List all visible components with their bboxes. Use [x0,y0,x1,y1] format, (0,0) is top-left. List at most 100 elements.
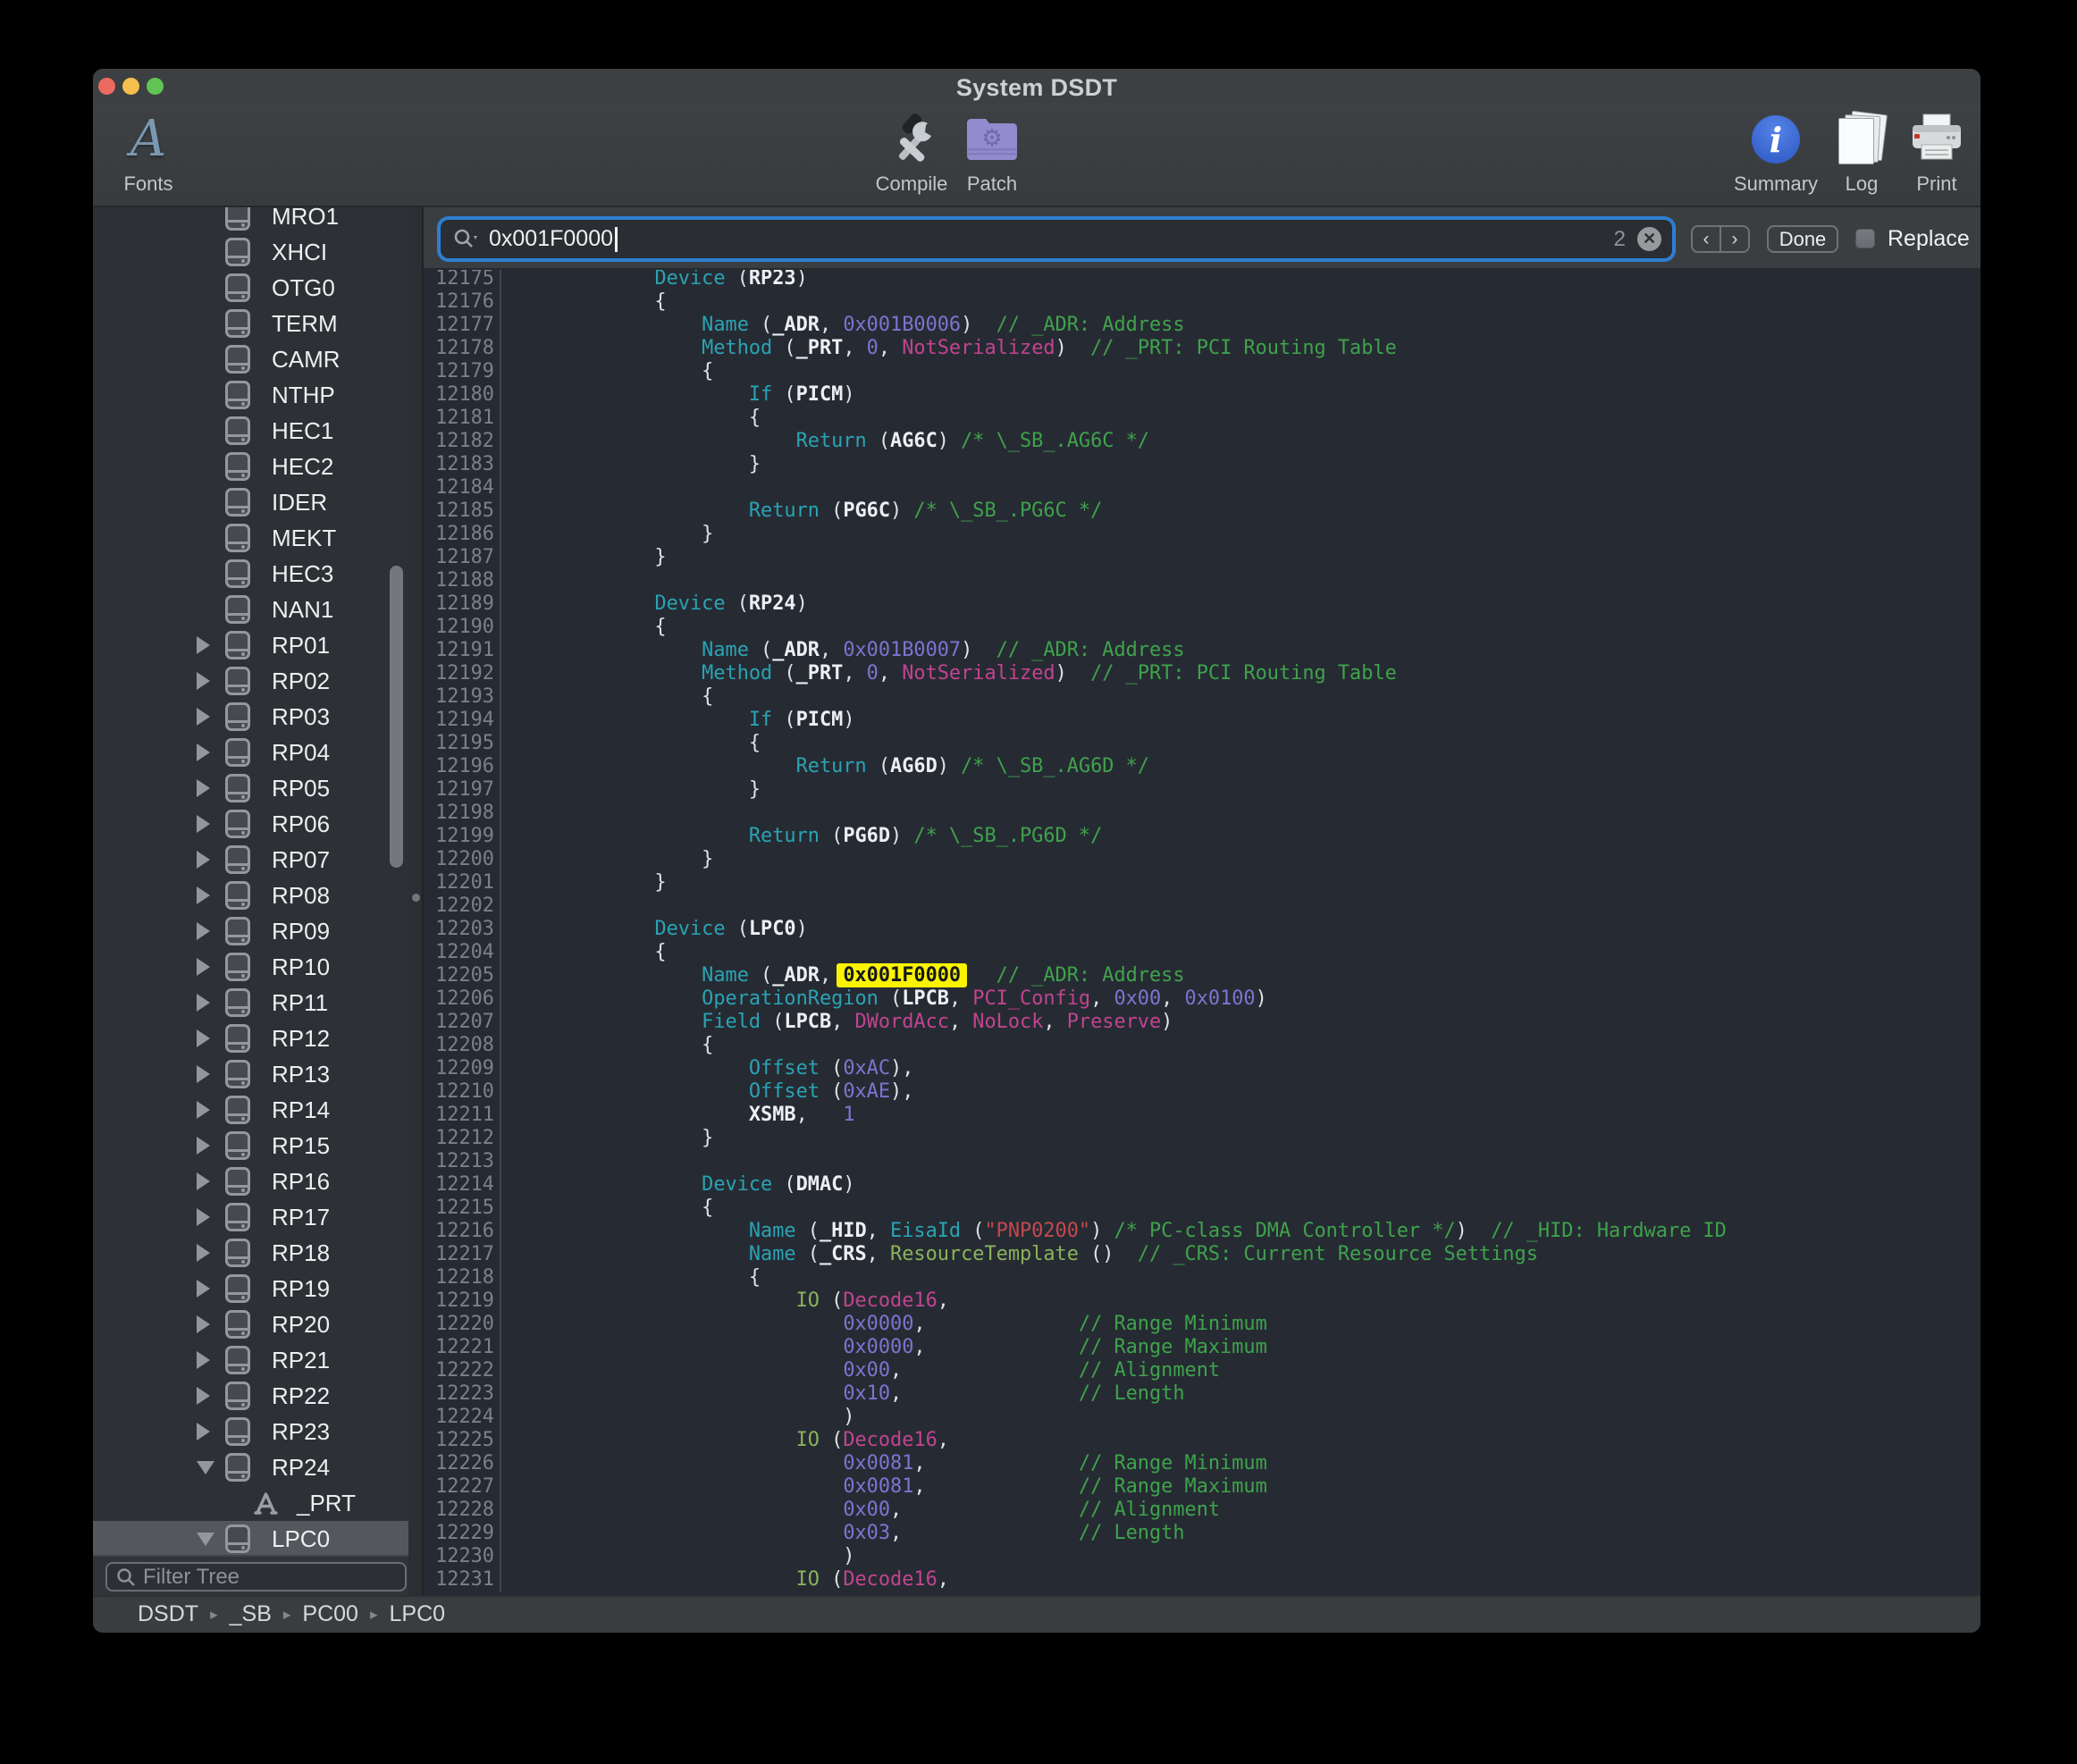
chevron-right-icon[interactable] [197,1101,210,1119]
sidebar-item-rp16[interactable]: RP16 [93,1163,408,1199]
chevron-right-icon[interactable] [197,958,210,976]
sidebar-item-rp07[interactable]: RP07 [93,842,408,878]
sidebar-scrollbar-thumb[interactable] [390,566,403,868]
source-editor[interactable]: 12175 Device (RP23)12176 {12177 Name (_A… [424,270,1980,1595]
breadcrumb-item-_sb[interactable]: _SB [230,1601,272,1627]
sidebar-item-rp06[interactable]: RP06 [93,806,408,842]
device-icon [225,881,250,910]
code-line: 12198 [424,802,1980,825]
chevron-right-icon[interactable] [197,1423,210,1441]
breadcrumb-item-pc00[interactable]: PC00 [302,1601,358,1627]
sidebar-item-rp02[interactable]: RP02 [93,663,408,699]
sidebar-item-rp08[interactable]: RP08 [93,878,408,913]
breadcrumb-item-lpc0[interactable]: LPC0 [390,1601,446,1627]
fonts-button[interactable]: A Fonts [111,110,186,196]
sidebar-item-term[interactable]: TERM [93,306,408,341]
sidebar-item-camr[interactable]: CAMR [93,341,408,377]
find-previous-button[interactable]: ‹ [1693,227,1721,251]
sidebar-item-rp01[interactable]: RP01 [93,627,408,663]
sidebar-item-rp11[interactable]: RP11 [93,985,408,1021]
sidebar-item-hec3[interactable]: HEC3 [93,556,408,592]
sidebar-item-rp17[interactable]: RP17 [93,1199,408,1235]
sidebar-item-otg0[interactable]: OTG0 [93,270,408,306]
chevron-right-icon[interactable] [197,779,210,797]
summary-button[interactable]: i Summary [1730,110,1821,196]
sidebar-item-label: RP02 [272,668,330,695]
sidebar-item-ider[interactable]: IDER [93,484,408,520]
text-caret [615,227,618,252]
chevron-right-icon[interactable] [197,708,210,726]
sidebar-item-lpc0[interactable]: LPC0 [93,1521,408,1557]
sidebar-item-rp13[interactable]: RP13 [93,1056,408,1092]
chevron-right-icon[interactable] [197,994,210,1012]
sidebar-item-rp23[interactable]: RP23 [93,1414,408,1449]
sidebar-item-label: RP06 [272,811,330,838]
sidebar-item-rp24[interactable]: RP24 [93,1449,408,1485]
print-button[interactable]: Print [1904,110,1970,196]
sidebar-item-rp18[interactable]: RP18 [93,1235,408,1271]
sidebar-item-rp14[interactable]: RP14 [93,1092,408,1128]
search-menu-icon[interactable] [453,228,480,251]
chevron-down-icon[interactable] [197,1461,214,1474]
chevron-right-icon[interactable] [197,672,210,690]
chevron-right-icon[interactable] [197,1137,210,1155]
chevron-right-icon[interactable] [197,743,210,761]
code-text: Name (_ADR, 0x001F0000 // _ADR: Address [501,964,1185,987]
sidebar-item-mekt[interactable]: MEKT [93,520,408,556]
sidebar-item-mro1[interactable]: MRO1 [93,207,408,234]
sidebar-item-rp12[interactable]: RP12 [93,1021,408,1056]
sidebar-item-xhci[interactable]: XHCI [93,234,408,270]
chevron-right-icon[interactable] [197,1172,210,1190]
chevron-right-icon[interactable] [197,815,210,833]
find-next-button[interactable]: › [1721,227,1748,251]
line-number: 12227 [424,1475,501,1499]
sidebar-item-nthp[interactable]: NTHP [93,377,408,413]
sidebar-item-rp03[interactable]: RP03 [93,699,408,735]
compile-button[interactable]: Compile [867,110,956,196]
sidebar-item-rp20[interactable]: RP20 [93,1306,408,1342]
line-number: 12179 [424,360,501,383]
pane-splitter[interactable] [408,207,424,1595]
chevron-right-icon[interactable] [197,1029,210,1047]
line-number: 12225 [424,1429,501,1452]
code-line: 12177 Name (_ADR, 0x001B0006) // _ADR: A… [424,314,1980,337]
sidebar-item-label: RP03 [272,703,330,731]
chevron-right-icon[interactable] [197,1387,210,1405]
breadcrumb-item-dsdt[interactable]: DSDT [138,1601,198,1627]
sidebar-item-hec1[interactable]: HEC1 [93,413,408,449]
code-text: { [501,1266,761,1289]
sidebar-item-rp19[interactable]: RP19 [93,1271,408,1306]
chevron-right-icon[interactable] [197,1315,210,1333]
chevron-right-icon[interactable] [197,922,210,940]
sidebar-item-hec2[interactable]: HEC2 [93,449,408,484]
code-line: 12176 { [424,290,1980,314]
code-text: 0x0000, // Range Minimum [501,1313,1267,1336]
sidebar-item-nan1[interactable]: NAN1 [93,592,408,627]
sidebar-item-rp04[interactable]: RP04 [93,735,408,770]
splitter-handle-dot[interactable] [412,894,420,902]
line-number: 12193 [424,685,501,709]
chevron-right-icon[interactable] [197,636,210,654]
chevron-right-icon[interactable] [197,886,210,904]
patch-button[interactable]: ⚙ Patch [954,110,1030,196]
chevron-down-icon[interactable] [197,1533,214,1546]
chevron-right-icon[interactable] [197,1065,210,1083]
search-input[interactable]: 0x001F0000 2 ✕ [441,220,1672,258]
chevron-right-icon[interactable] [197,1351,210,1369]
sidebar-item-_prt[interactable]: _PRT [93,1485,408,1521]
log-button[interactable]: Log [1830,110,1893,196]
chevron-right-icon[interactable] [197,1280,210,1298]
sidebar-item-rp21[interactable]: RP21 [93,1342,408,1378]
clear-search-button[interactable]: ✕ [1637,227,1661,251]
chevron-right-icon[interactable] [197,1244,210,1262]
replace-checkbox[interactable] [1855,229,1875,248]
sidebar-item-rp22[interactable]: RP22 [93,1378,408,1414]
filter-tree-input[interactable]: Filter Tree [105,1562,407,1592]
chevron-right-icon[interactable] [197,1208,210,1226]
sidebar-item-rp09[interactable]: RP09 [93,913,408,949]
sidebar-item-rp10[interactable]: RP10 [93,949,408,985]
sidebar-item-rp15[interactable]: RP15 [93,1128,408,1163]
done-button[interactable]: Done [1767,225,1838,253]
chevron-right-icon[interactable] [197,851,210,869]
sidebar-item-rp05[interactable]: RP05 [93,770,408,806]
